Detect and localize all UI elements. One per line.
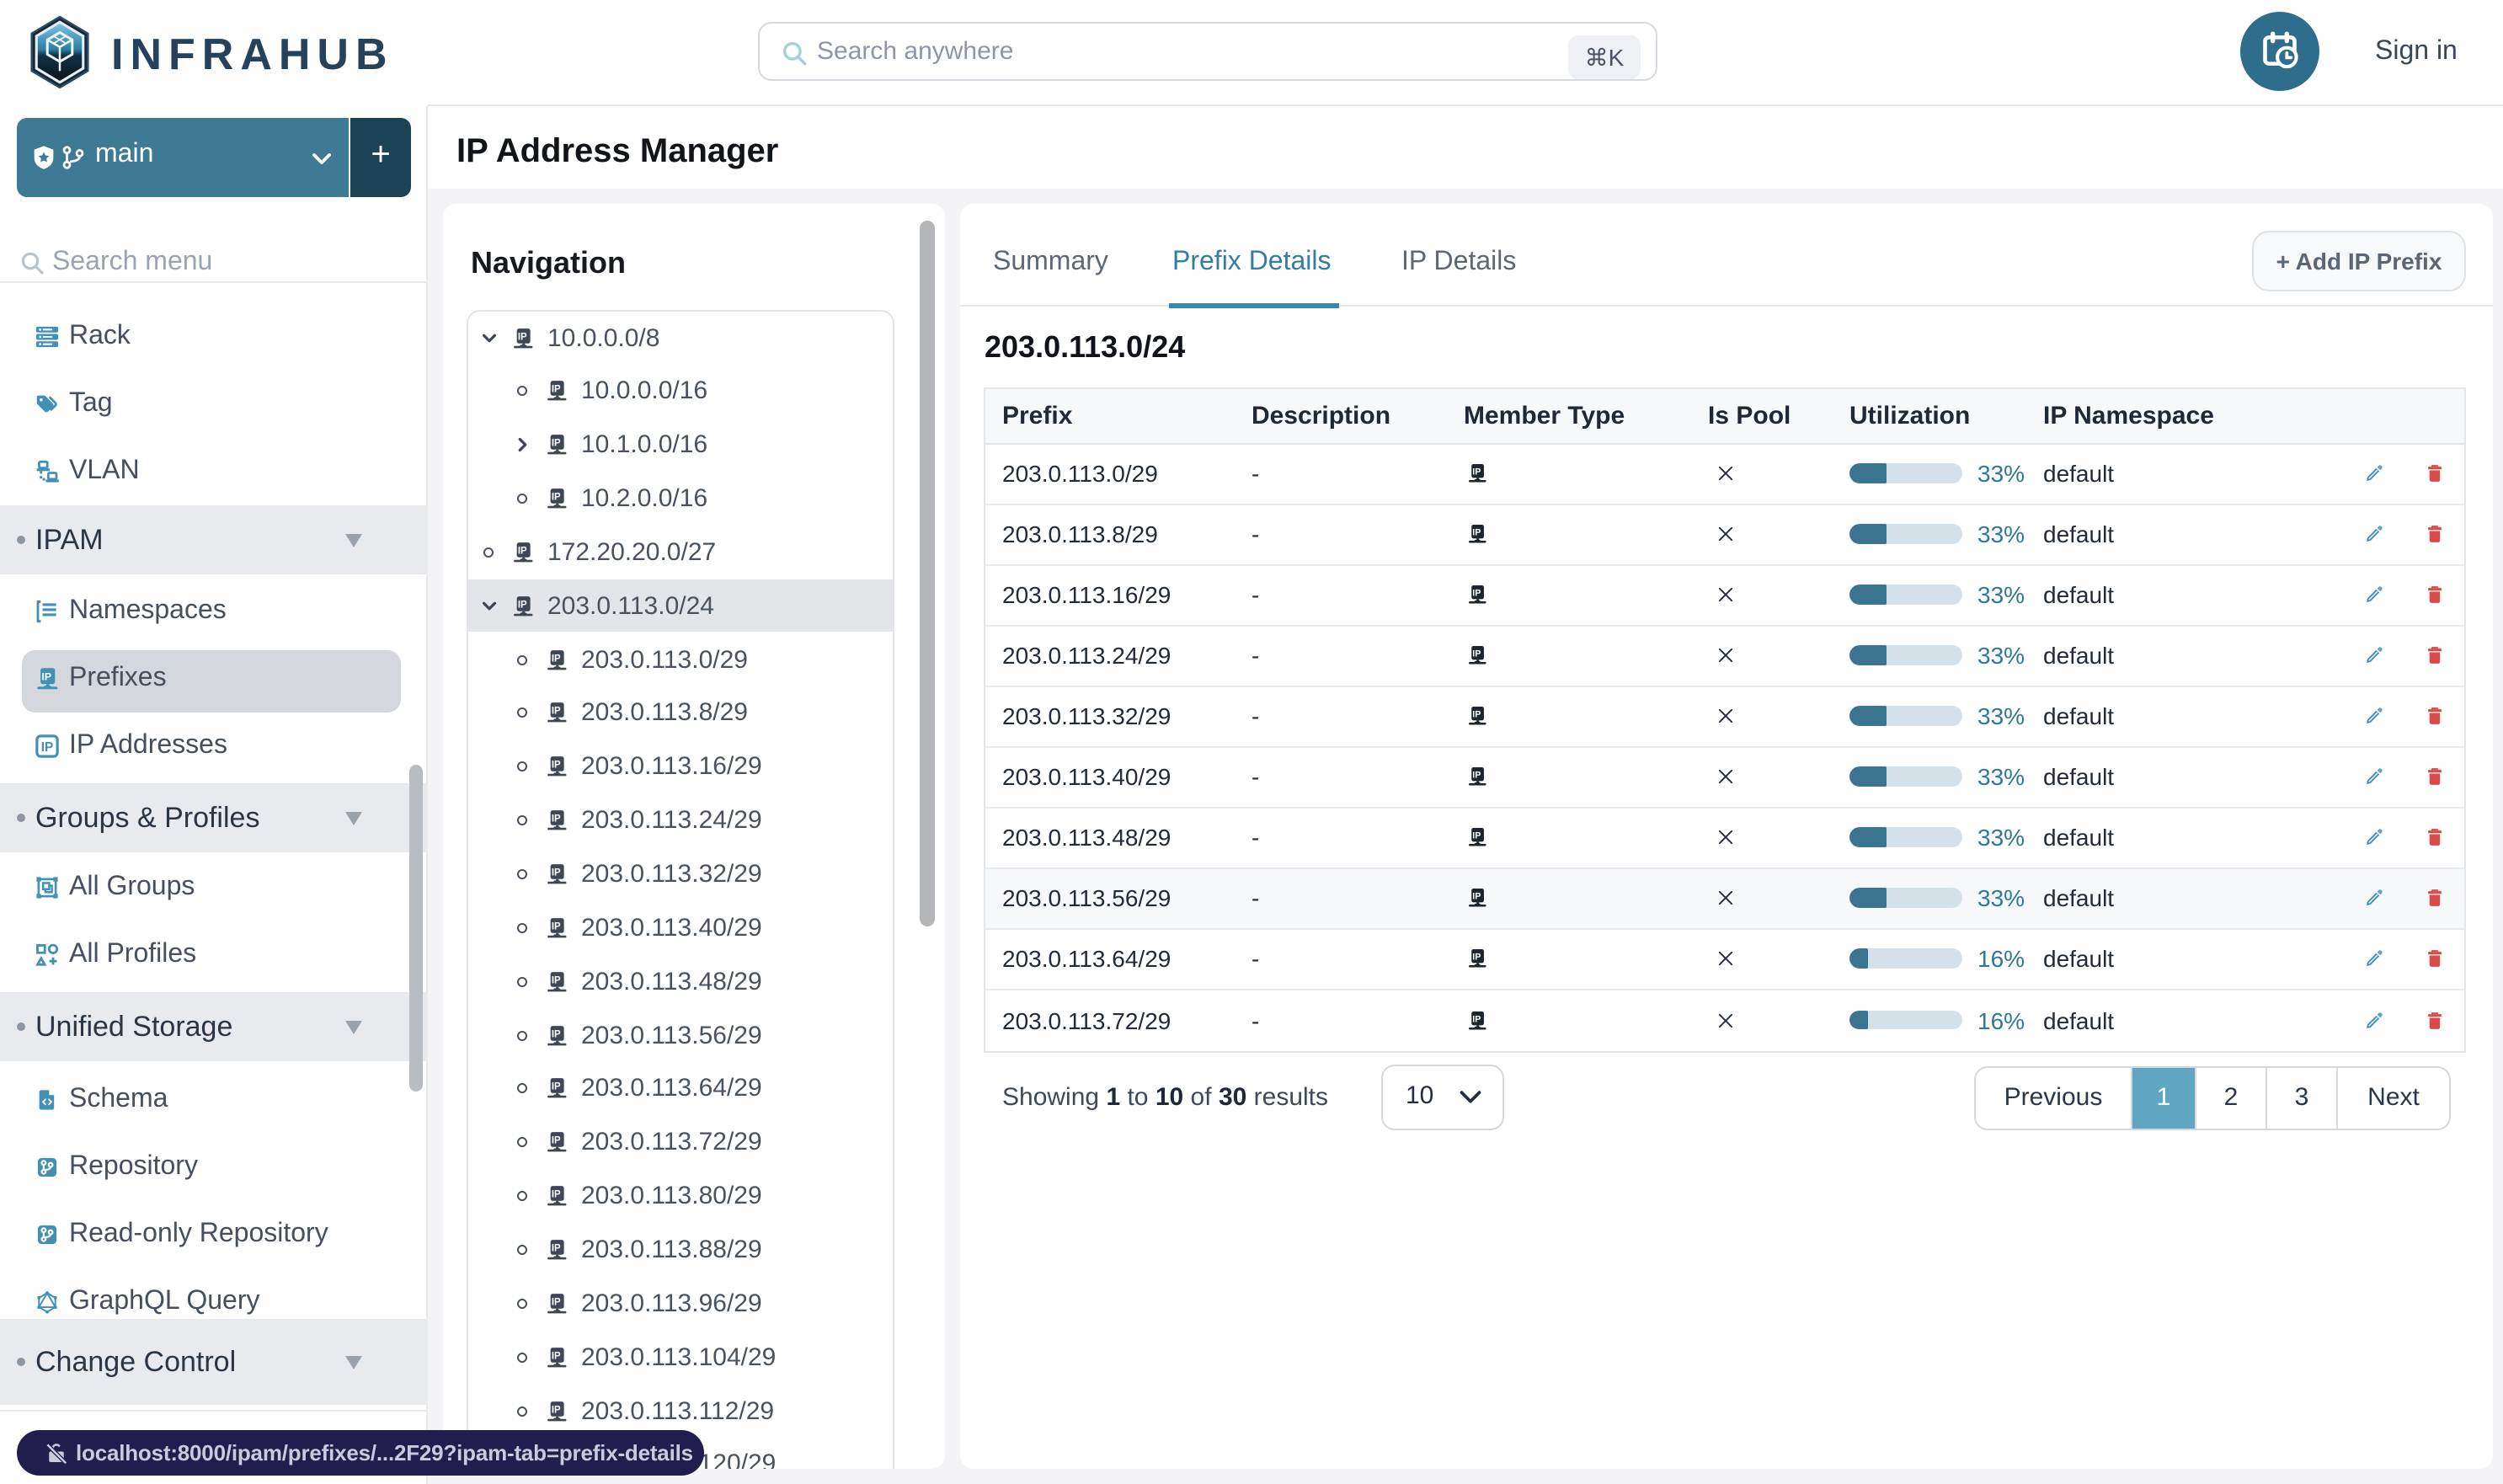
svg-text:IP: IP [552, 921, 561, 932]
svg-text:IP: IP [552, 1297, 561, 1307]
svg-text:IP: IP [552, 814, 561, 825]
svg-text:IP: IP [518, 331, 527, 341]
svg-text:IP: IP [41, 740, 53, 755]
svg-text:IP: IP [1472, 527, 1481, 537]
svg-text:IP: IP [1472, 467, 1481, 477]
svg-text:IP: IP [1472, 952, 1481, 962]
svg-text:IP: IP [1472, 891, 1481, 901]
svg-text:IP: IP [552, 1404, 561, 1414]
svg-text:IP: IP [1472, 830, 1481, 841]
svg-text:IP: IP [1472, 709, 1481, 719]
svg-text:IP: IP [552, 654, 561, 664]
svg-text:IP: IP [552, 439, 561, 449]
svg-text:IP: IP [1472, 1013, 1481, 1023]
svg-text:IP: IP [41, 671, 51, 683]
svg-text:IP: IP [552, 1136, 561, 1146]
svg-text:IP: IP [552, 707, 561, 717]
svg-text:IP: IP [552, 1190, 561, 1200]
svg-text:IP: IP [1472, 649, 1481, 659]
svg-text:IP: IP [518, 546, 527, 556]
svg-text:IP: IP [552, 975, 561, 985]
svg-text:IP: IP [552, 1243, 561, 1253]
svg-text:IP: IP [552, 1082, 561, 1092]
svg-text:IP: IP [552, 1029, 561, 1039]
svg-text:IP: IP [552, 867, 561, 878]
svg-text:IP: IP [518, 600, 527, 610]
svg-text:IP: IP [552, 493, 561, 503]
svg-text:IP: IP [552, 385, 561, 395]
svg-text:IP: IP [552, 761, 561, 771]
svg-text:IP: IP [552, 1351, 561, 1361]
svg-text:IP: IP [1472, 588, 1481, 598]
svg-text:IP: IP [1472, 770, 1481, 780]
